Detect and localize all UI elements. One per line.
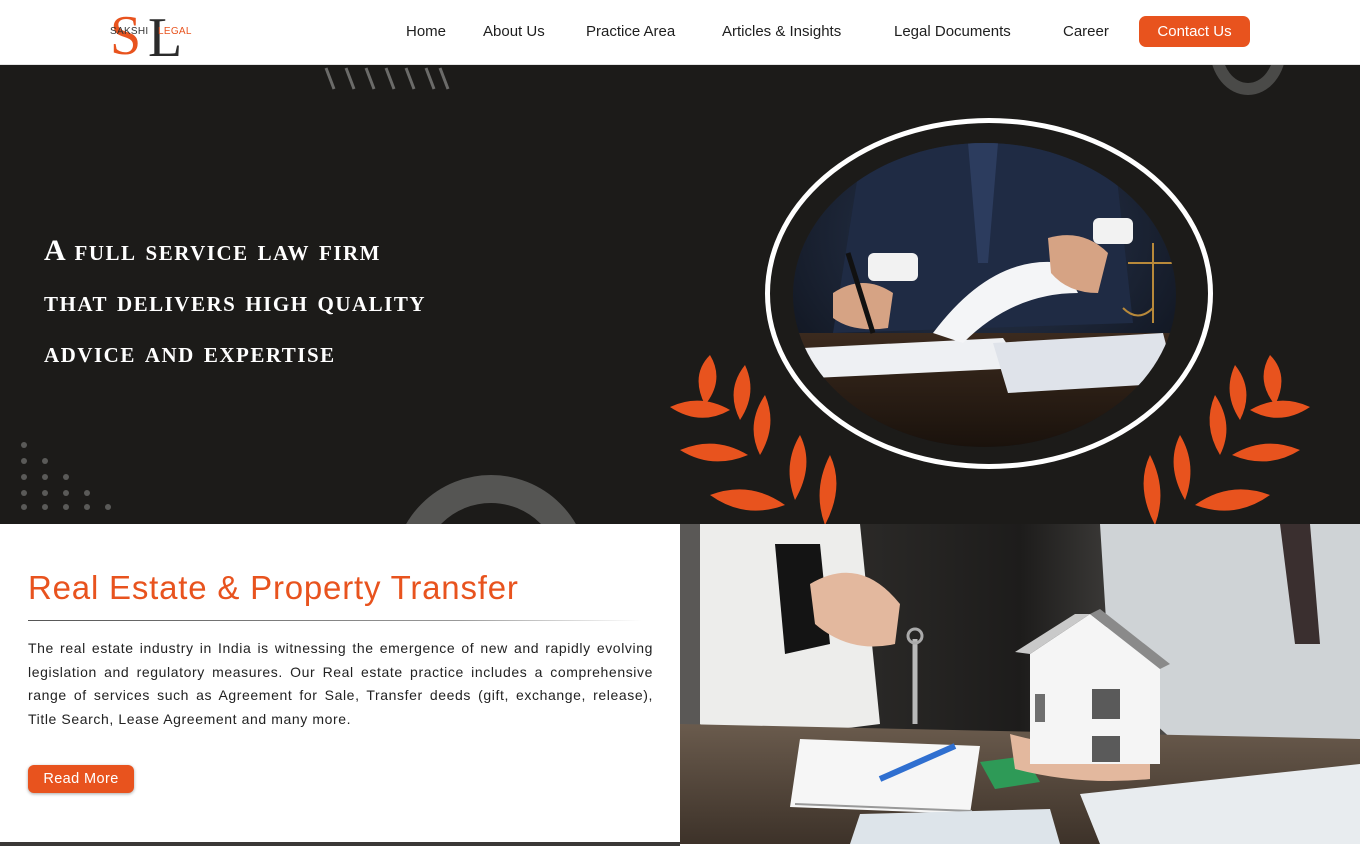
hero-headline: A full service law firm that delivers hi… [44, 225, 604, 378]
top-navbar: S L SAKSHI LEGAL Home About Us Practice … [0, 0, 1360, 65]
nav-articles-insights[interactable]: Articles & Insights [722, 23, 841, 40]
section-title: Real Estate & Property Transfer [28, 569, 519, 606]
decorative-leaves-left [670, 355, 837, 524]
section-bottom-strip [0, 842, 680, 846]
decorative-ring-top [1210, 65, 1286, 95]
hero-banner: A full service law firm that delivers hi… [0, 65, 1360, 524]
nav-about-us[interactable]: About Us [483, 23, 545, 40]
nav-legal-documents[interactable]: Legal Documents [894, 23, 1011, 40]
decorative-dot-grid [21, 442, 111, 510]
property-handover-photo [680, 524, 1360, 844]
decorative-leaves-right [1143, 355, 1310, 524]
practice-section-real-estate: Real Estate & Property Transfer The real… [0, 524, 1360, 846]
nav-career[interactable]: Career [1063, 23, 1109, 40]
hero-line-2: that delivers high quality [44, 285, 427, 318]
section-description: The real estate industry in India is wit… [28, 640, 653, 727]
nav-home[interactable]: Home [406, 23, 446, 40]
contact-us-button[interactable]: Contact Us [1139, 16, 1250, 47]
read-more-button[interactable]: Read More [28, 765, 134, 793]
hero-line-1: A full service law firm [44, 234, 381, 267]
decorative-ring-bottom [393, 475, 589, 524]
hero-line-3: advice and expertise [44, 336, 336, 369]
section-divider [28, 620, 642, 621]
nav-practice-area[interactable]: Practice Area [586, 23, 675, 40]
decorative-stripes [324, 67, 450, 90]
